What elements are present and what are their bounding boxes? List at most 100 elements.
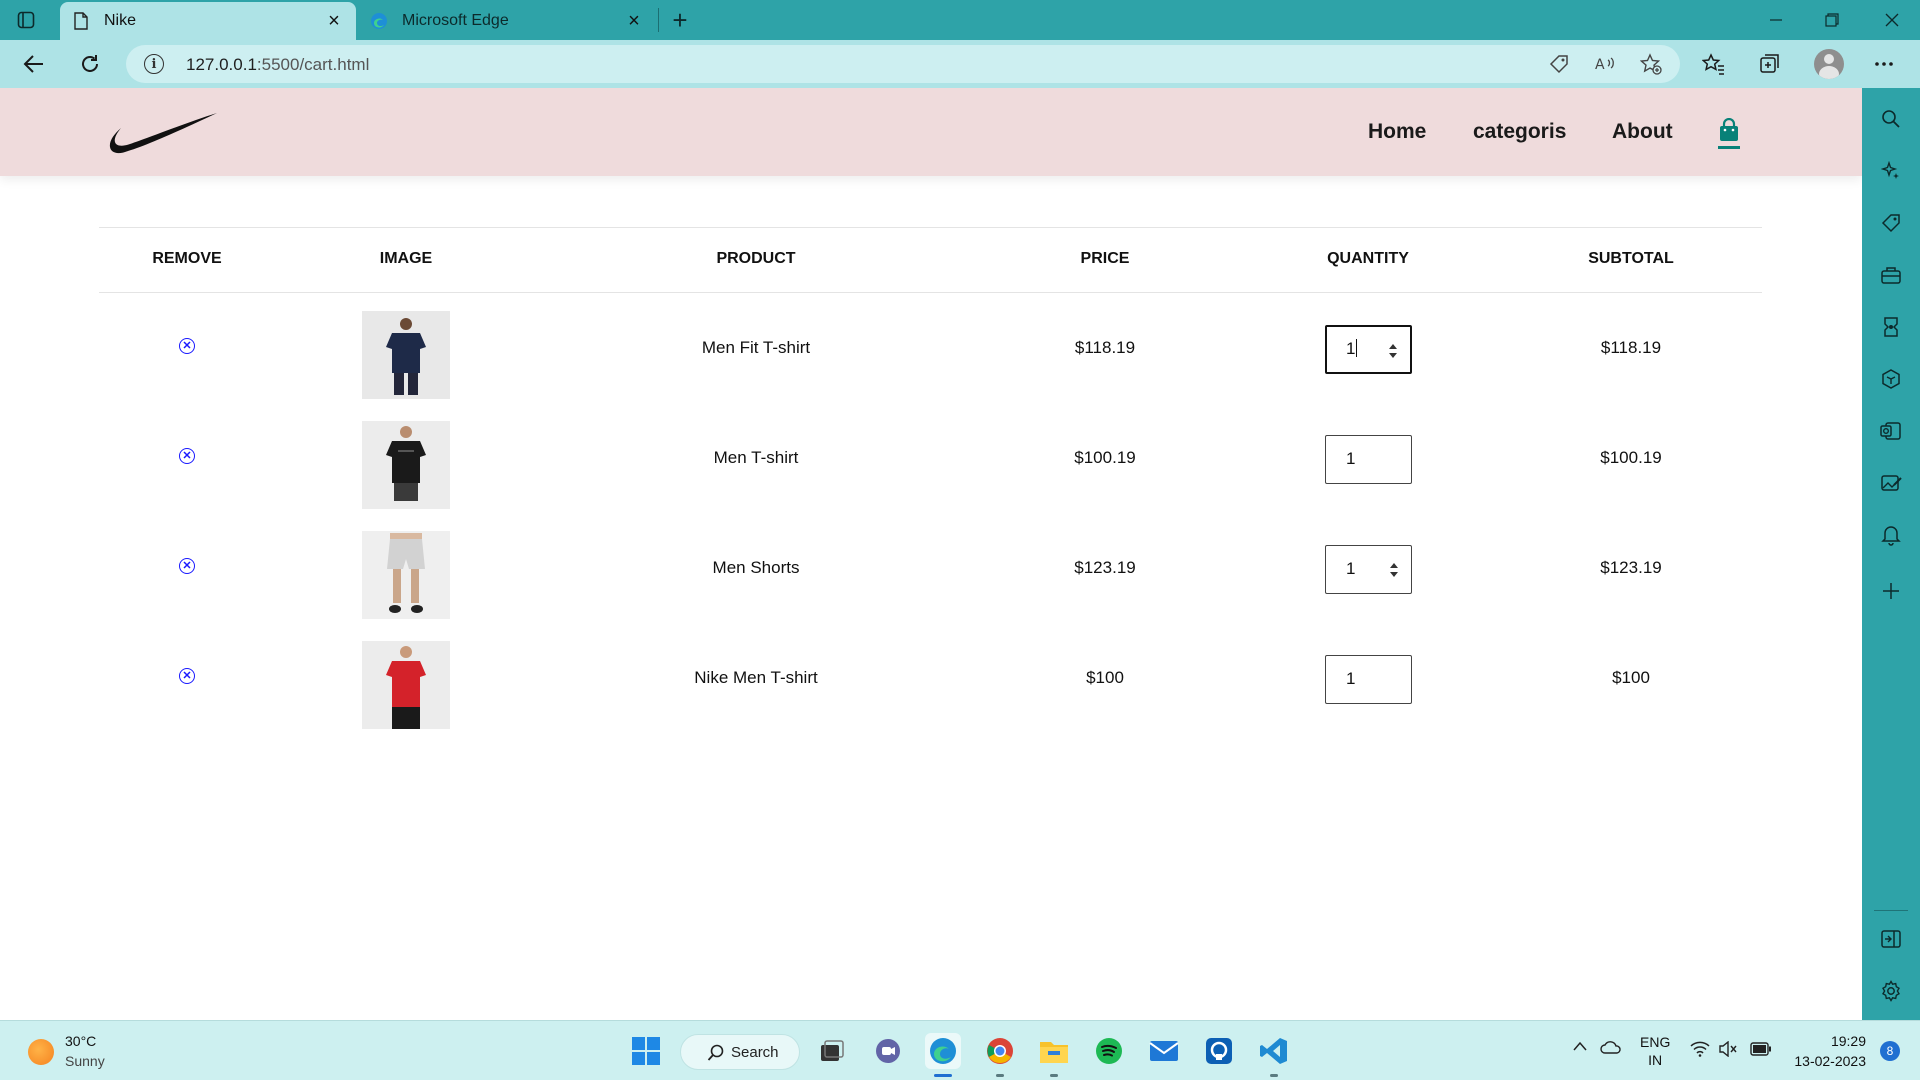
task-view-icon[interactable] — [814, 1033, 850, 1069]
table-row: ✕ Men Shorts $123.19 1 $123.19 — [99, 513, 1762, 623]
remove-item-icon[interactable]: ✕ — [179, 558, 195, 574]
new-tab-icon[interactable]: + — [666, 5, 694, 35]
chrome-icon[interactable] — [982, 1033, 1018, 1069]
tab-nike[interactable]: Nike × — [60, 2, 356, 40]
remove-item-icon[interactable]: ✕ — [179, 448, 195, 464]
sun-icon[interactable] — [28, 1039, 54, 1065]
copilot-sparkle-icon[interactable] — [1878, 158, 1904, 184]
column-header-remove: REMOVE — [152, 250, 222, 267]
column-header-price: PRICE — [1080, 250, 1130, 267]
quantity-input[interactable]: 1 — [1325, 545, 1412, 594]
back-icon[interactable] — [18, 48, 50, 80]
onedrive-cloud-icon[interactable] — [1600, 1039, 1622, 1058]
close-window-icon[interactable] — [1864, 0, 1920, 40]
spotify-icon[interactable] — [1091, 1033, 1127, 1069]
tab-microsoft-edge[interactable]: Microsoft Edge × — [358, 2, 656, 40]
mail-icon[interactable] — [1146, 1033, 1182, 1069]
microsoft-365-icon[interactable] — [1878, 366, 1904, 392]
system-clock[interactable]: 19:29 13-02-2023 — [1786, 1031, 1866, 1071]
quantity-spinner-icon[interactable] — [1388, 341, 1398, 361]
notification-badge[interactable]: 8 — [1880, 1041, 1900, 1061]
app-indicator — [1270, 1074, 1278, 1077]
image-creator-icon[interactable] — [1878, 470, 1904, 496]
show-hidden-icons-icon[interactable] — [1572, 1039, 1588, 1055]
edge-sidebar — [1862, 88, 1920, 1020]
clock-time: 19:29 — [1830, 1033, 1866, 1049]
remove-item-icon[interactable]: ✕ — [179, 668, 195, 684]
refresh-icon[interactable] — [74, 48, 106, 80]
add-favorite-icon[interactable] — [1640, 53, 1662, 75]
favorites-icon[interactable] — [1700, 50, 1728, 78]
address-bar[interactable]: i 127.0.0.1:5500/cart.html A — [126, 45, 1680, 83]
games-icon[interactable] — [1878, 314, 1904, 340]
table-row: ✕ Men Fit T-shirt $118.19 1 $118.19 — [99, 293, 1762, 403]
weather-temperature[interactable]: 30°C — [65, 1033, 96, 1049]
close-tab-icon[interactable]: × — [624, 10, 644, 32]
restore-icon[interactable] — [1804, 0, 1860, 40]
nike-logo[interactable] — [108, 112, 220, 154]
quantity-input[interactable]: 1 — [1325, 325, 1412, 374]
product-price: $100 — [1086, 668, 1124, 687]
vscode-icon[interactable] — [1256, 1033, 1292, 1069]
collections-icon[interactable] — [1756, 50, 1784, 78]
browser-toolbar: i 127.0.0.1:5500/cart.html A — [0, 40, 1920, 88]
notifications-bell-icon[interactable] — [1878, 522, 1904, 548]
battery-icon[interactable] — [1750, 1042, 1772, 1059]
quantity-input[interactable]: 1 — [1325, 655, 1412, 704]
tools-briefcase-icon[interactable] — [1878, 262, 1904, 288]
search-icon[interactable] — [1878, 106, 1904, 132]
app-indicator — [996, 1074, 1004, 1077]
shopping-bag-icon — [1720, 117, 1738, 141]
remove-item-icon[interactable]: ✕ — [179, 338, 195, 354]
table-row: ✕ Nike Men T-shirt $100 1 $100 — [99, 623, 1762, 733]
tab-title: Microsoft Edge — [402, 12, 509, 29]
language-indicator[interactable]: ENG IN — [1640, 1033, 1670, 1069]
column-header-subtotal: SUBTOTAL — [1588, 250, 1674, 267]
volume-muted-icon[interactable] — [1718, 1040, 1738, 1060]
product-name: Men Fit T-shirt — [701, 338, 811, 357]
hide-sidebar-icon[interactable] — [1878, 926, 1904, 952]
settings-gear-icon[interactable] — [1878, 978, 1904, 1004]
windows-start-icon[interactable] — [628, 1033, 664, 1069]
quantity-value: 1 — [1346, 449, 1356, 468]
weather-description[interactable]: Sunny — [65, 1053, 105, 1069]
teams-chat-icon[interactable] — [870, 1033, 906, 1069]
column-header-quantity: QUANTITY — [1327, 250, 1409, 267]
profile-avatar[interactable] — [1814, 49, 1844, 79]
region-label: IN — [1648, 1052, 1663, 1068]
file-explorer-icon[interactable] — [1036, 1033, 1072, 1069]
shopping-tag-icon[interactable] — [1878, 210, 1904, 236]
site-header: Home categoris About — [0, 88, 1862, 176]
product-image — [362, 421, 450, 509]
read-aloud-icon[interactable]: A — [1594, 53, 1616, 75]
product-price: $123.19 — [1074, 558, 1136, 577]
page-icon — [72, 12, 90, 30]
edge-taskbar-icon[interactable] — [925, 1033, 961, 1069]
table-row: ✕ Men T-shirt $100.19 1 $100.19 — [99, 403, 1762, 513]
taskbar: 30°C Sunny Search ENG IN 19:29 13-02-202… — [0, 1020, 1920, 1080]
app-icon[interactable] — [1201, 1033, 1237, 1069]
taskbar-search[interactable]: Search — [680, 1034, 800, 1070]
cart-link[interactable] — [1718, 117, 1740, 149]
minimize-icon[interactable] — [1748, 0, 1804, 40]
cart-table: REMOVE IMAGE PRODUCT PRICE QUANTITY SUBT… — [99, 227, 1762, 733]
search-icon — [707, 1044, 724, 1061]
nav-categoris[interactable]: categoris — [1473, 120, 1566, 144]
outlook-icon[interactable] — [1878, 418, 1904, 444]
column-header-image: IMAGE — [379, 250, 433, 267]
search-label: Search — [731, 1043, 779, 1061]
tab-actions-icon[interactable] — [14, 9, 38, 31]
sidebar-divider — [1874, 910, 1908, 911]
more-options-icon[interactable] — [1870, 50, 1898, 78]
nav-about[interactable]: About — [1612, 120, 1673, 144]
site-info-icon[interactable]: i — [144, 54, 164, 74]
edge-icon — [370, 12, 388, 30]
add-sidebar-app-icon[interactable] — [1878, 578, 1904, 604]
product-subtotal: $123.19 — [1600, 558, 1662, 577]
coupon-tag-icon[interactable] — [1548, 53, 1570, 75]
quantity-spinner-icon[interactable] — [1389, 560, 1399, 580]
close-tab-icon[interactable]: × — [324, 10, 344, 32]
wifi-icon[interactable] — [1690, 1041, 1710, 1060]
quantity-input[interactable]: 1 — [1325, 435, 1412, 484]
nav-home[interactable]: Home — [1368, 120, 1426, 144]
